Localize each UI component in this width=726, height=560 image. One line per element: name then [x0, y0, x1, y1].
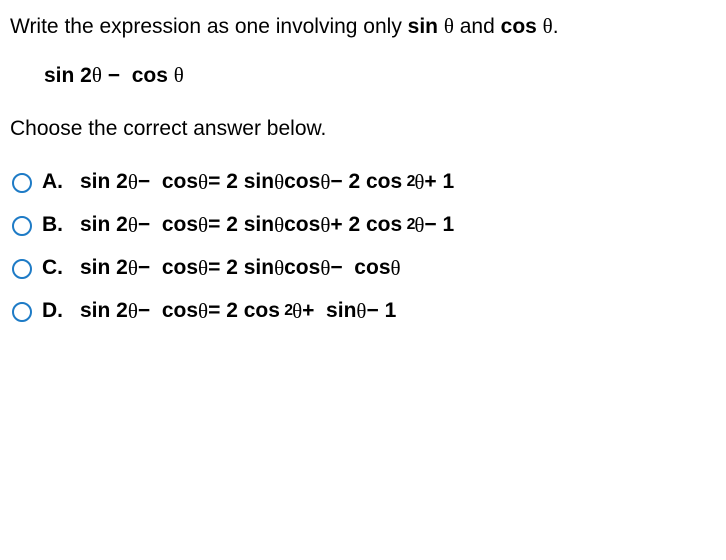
question-mid: and — [454, 15, 501, 38]
choose-prompt: Choose the correct answer below. — [10, 114, 716, 143]
question-func-cos: cos — [501, 15, 537, 38]
option-c[interactable]: C. sin 2θ − cos θ = 2 sin θ cos θ − cos … — [12, 256, 716, 281]
expression-text: sin 2θ − cos θ — [44, 64, 184, 87]
option-a[interactable]: A. sin 2θ − cos θ = 2 sin θ cos θ − 2 co… — [12, 170, 716, 195]
question-theta2: θ — [543, 14, 553, 38]
option-label-c: C. — [42, 256, 64, 280]
radio-b[interactable] — [12, 216, 32, 236]
option-label-d: D. — [42, 299, 64, 323]
question-prompt: Write the expression as one involving on… — [10, 12, 716, 41]
option-content-b: sin 2θ − cos θ = 2 sin θ cos θ + 2 cos 2… — [80, 213, 454, 238]
options-list: A. sin 2θ − cos θ = 2 sin θ cos θ − 2 co… — [10, 170, 716, 324]
option-label-b: B. — [42, 213, 64, 237]
question-theta1: θ — [444, 14, 454, 38]
question-prefix: Write the expression as one involving on… — [10, 15, 408, 38]
radio-d[interactable] — [12, 302, 32, 322]
question-func-sin: sin — [408, 15, 438, 38]
option-content-a: sin 2θ − cos θ = 2 sin θ cos θ − 2 cos 2… — [80, 170, 454, 195]
option-label-a: A. — [42, 170, 64, 194]
option-content-d: sin 2θ − cos θ = 2 cos 2θ + sin θ − 1 — [80, 299, 396, 324]
option-b[interactable]: B. sin 2θ − cos θ = 2 sin θ cos θ + 2 co… — [12, 213, 716, 238]
option-content-c: sin 2θ − cos θ = 2 sin θ cos θ − cos θ — [80, 256, 401, 281]
radio-a[interactable] — [12, 173, 32, 193]
question-suffix: . — [553, 15, 559, 38]
given-expression: sin 2θ − cos θ — [44, 63, 716, 88]
radio-c[interactable] — [12, 259, 32, 279]
option-d[interactable]: D. sin 2θ − cos θ = 2 cos 2θ + sin θ − 1 — [12, 299, 716, 324]
